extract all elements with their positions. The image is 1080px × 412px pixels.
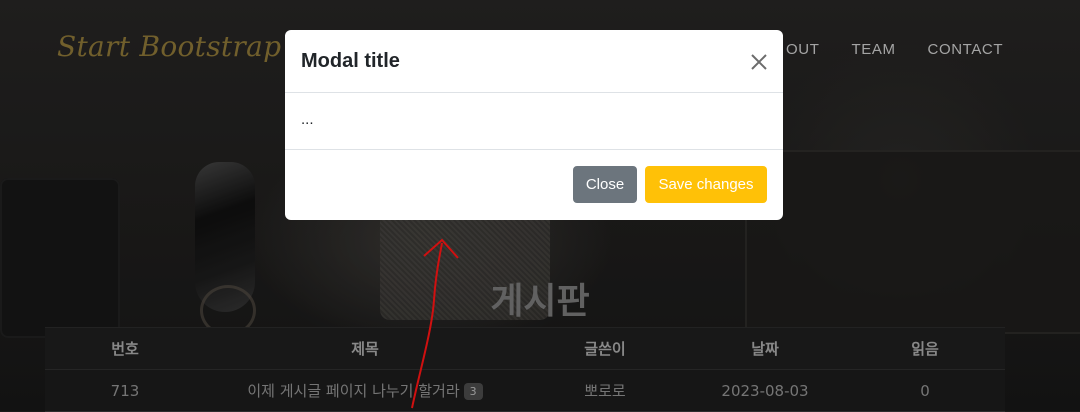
modal-title: Modal title [301,50,400,72]
close-icon[interactable] [745,48,773,76]
close-button[interactable]: Close [573,166,637,203]
modal-body: ... [285,93,783,150]
modal-header: Modal title [285,30,783,93]
save-changes-button[interactable]: Save changes [645,166,767,203]
modal-dialog: Modal title ... Close Save changes [285,30,783,220]
modal-body-text: ... [301,111,314,128]
modal-footer: Close Save changes [285,150,783,221]
